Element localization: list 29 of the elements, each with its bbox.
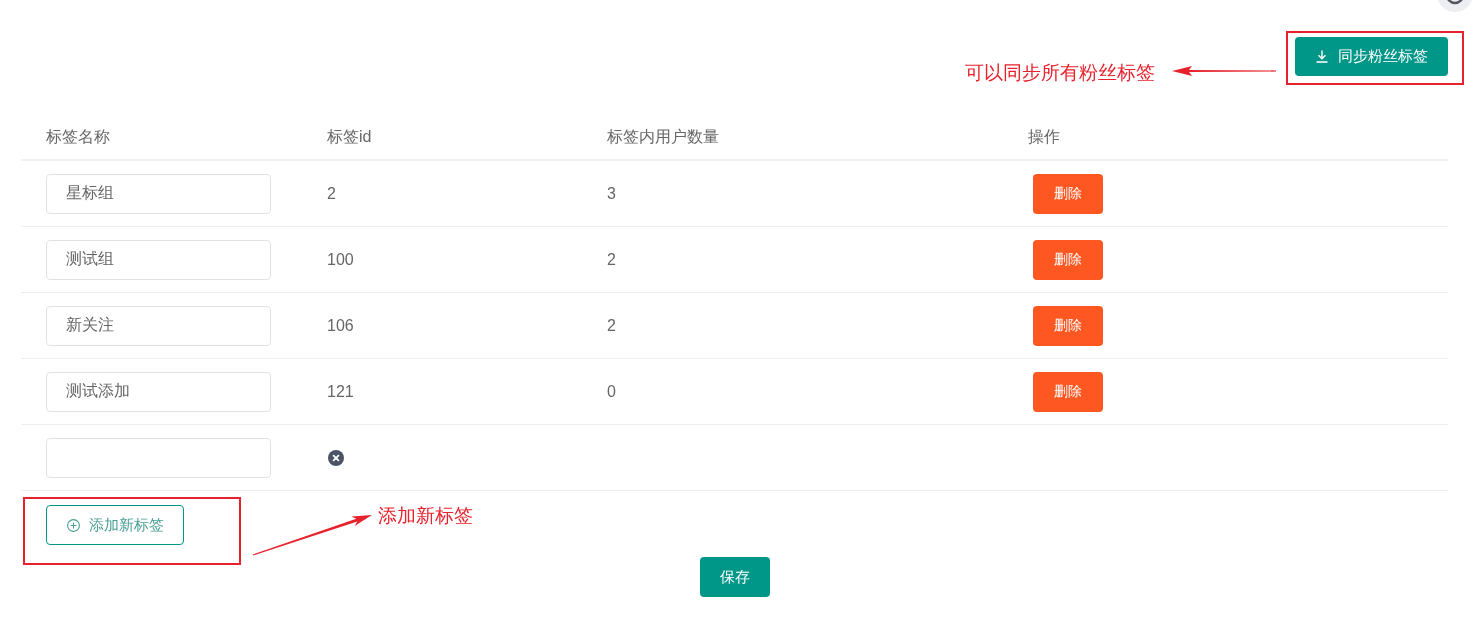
delete-button[interactable]: 删除 [1033,305,1103,346]
user-count-text: 2 [607,316,616,335]
column-header: 标签内用户数量 [607,127,719,147]
column-header: 标签id [327,127,372,147]
input-field[interactable]: 测试组 [46,239,271,280]
input-field[interactable] [46,437,271,478]
column-header: 操作 [1028,127,1060,147]
sync-button[interactable]: 同步粉丝标签 [1295,37,1448,76]
column-header: 标签名称 [46,127,110,147]
tag-id-text: 106 [327,316,354,335]
plus-circle-icon [66,518,80,532]
input-field[interactable]: 测试添加 [46,371,271,412]
add-tag-button[interactable]: 添加新标签 [46,505,184,545]
delete-button[interactable]: 删除 [1033,371,1103,412]
delete-button[interactable]: 删除 [1033,239,1103,280]
tag-id-text: 121 [327,382,354,401]
input-field[interactable]: 新关注 [46,305,271,346]
save-button[interactable]: 保存 [699,557,770,597]
user-count-text: 0 [607,382,616,401]
delete-button[interactable]: 删除 [1033,173,1103,214]
tag-id-text: 100 [327,250,354,269]
user-count-text: 2 [607,250,616,269]
tag-id-text: 2 [327,184,336,203]
user-count-text: 3 [607,184,616,203]
input-field[interactable]: 星标组 [46,173,271,214]
download-icon [1315,50,1328,63]
annotation-text: 添加新标签 [378,504,473,528]
remove-icon[interactable] [328,449,344,466]
annotation-text: 可以同步所有粉丝标签 [965,61,1155,85]
